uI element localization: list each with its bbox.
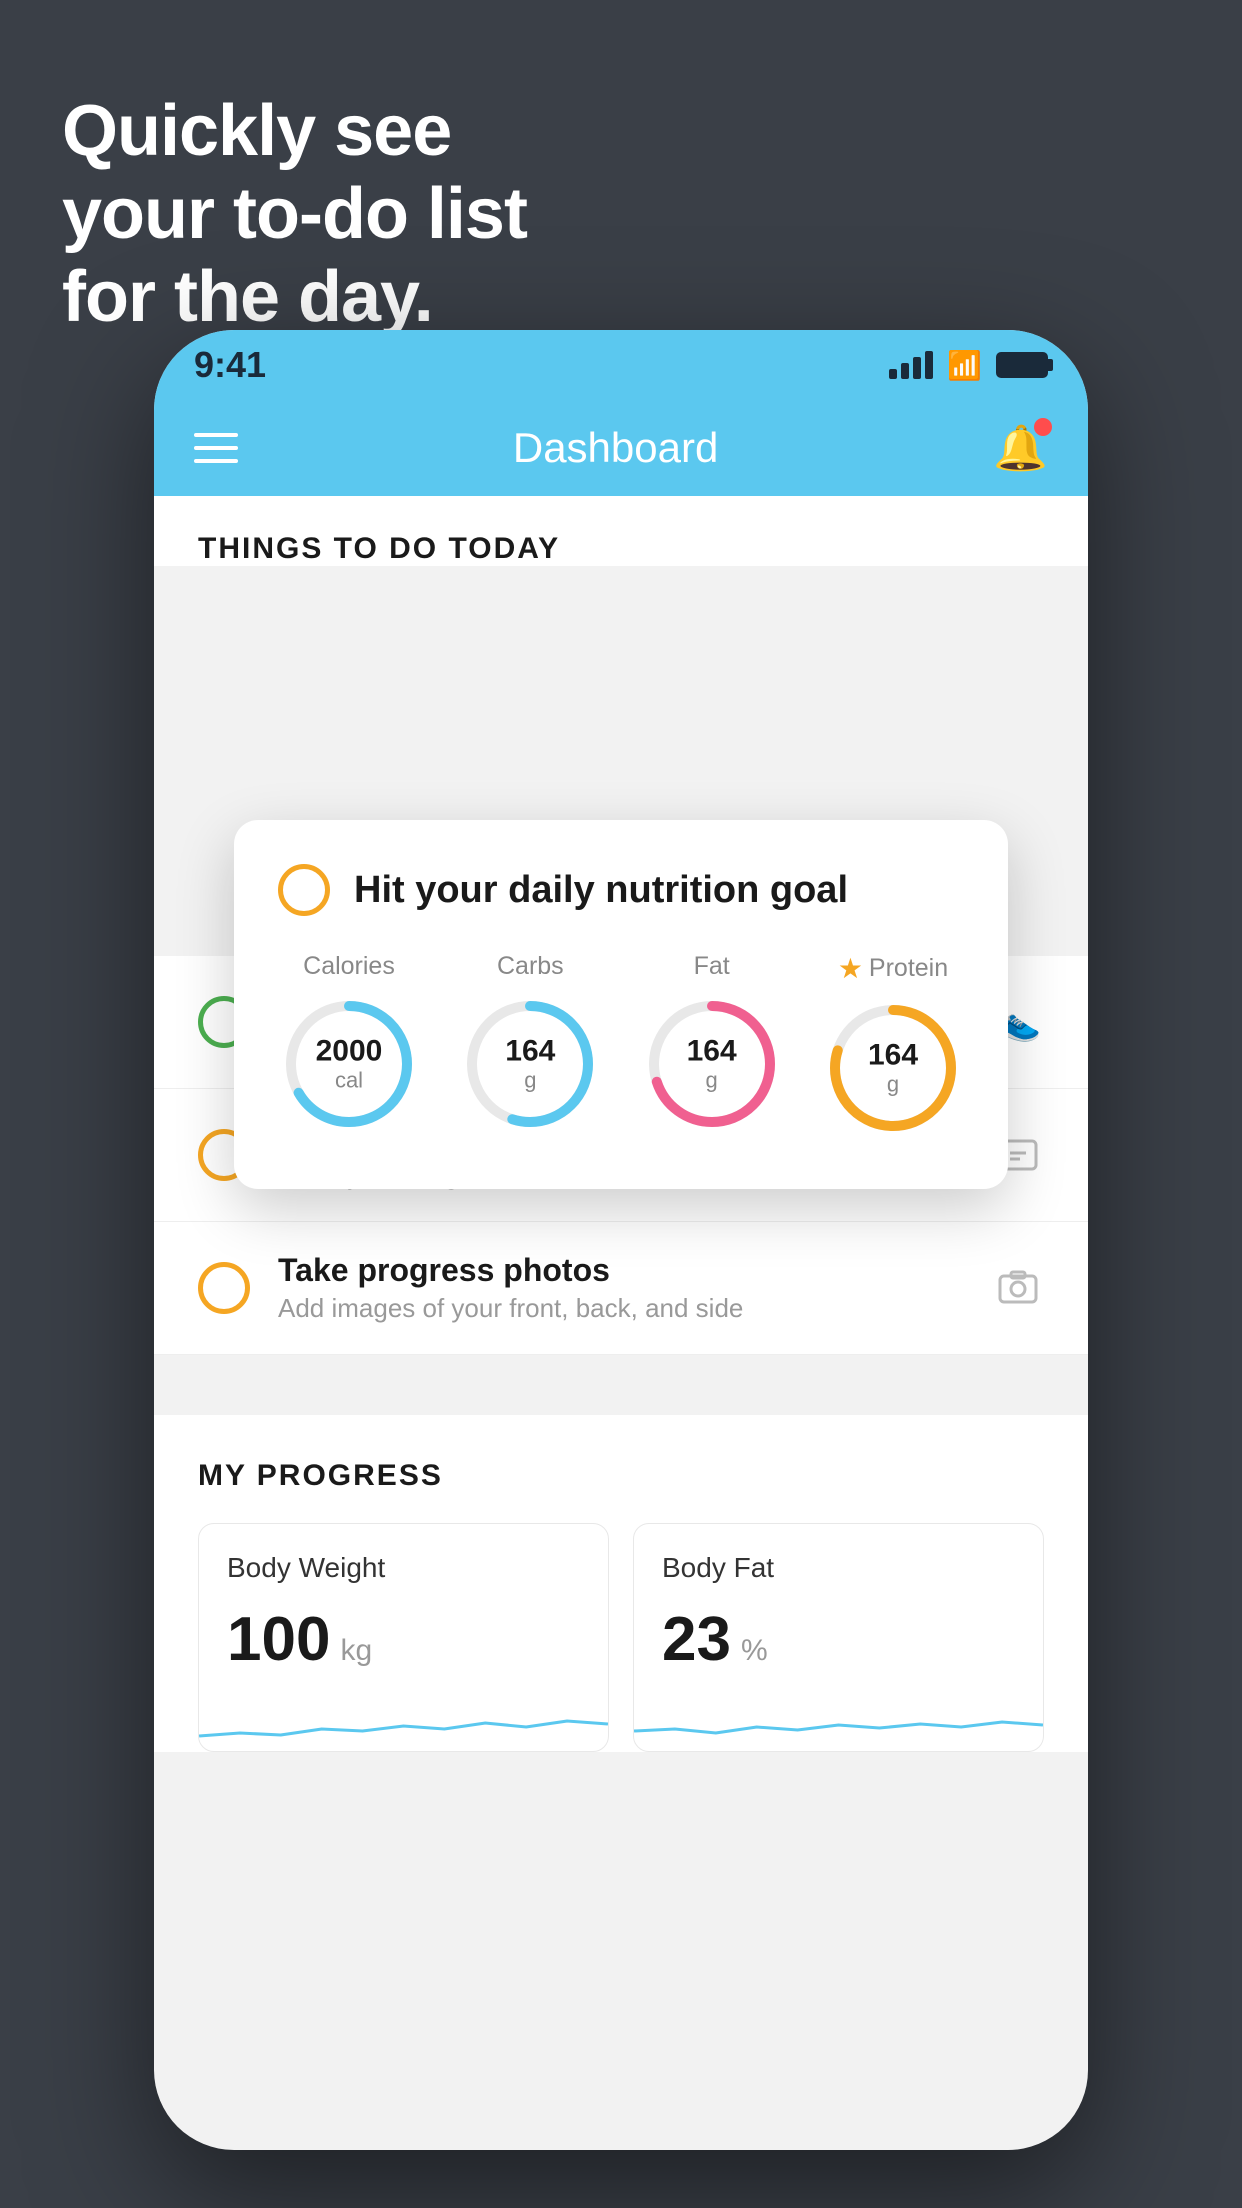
fat-ring: 164 g: [641, 993, 783, 1135]
card-title: Hit your daily nutrition goal: [354, 869, 848, 912]
nav-title: Dashboard: [513, 424, 718, 472]
status-icons: 📶: [889, 349, 1048, 382]
body-fat-unit: %: [741, 1634, 768, 1668]
nutrition-fat: Fat 164 g: [641, 952, 783, 1139]
hero-line1: Quickly see: [62, 90, 527, 173]
battery-icon: [996, 352, 1048, 378]
body-fat-value: 23: [662, 1604, 731, 1675]
nutrition-calories: Calories 2000 cal: [278, 952, 420, 1139]
status-bar: 9:41 📶: [154, 330, 1088, 400]
fat-value: 164 g: [687, 1035, 737, 1094]
todo-photos[interactable]: Take progress photos Add images of your …: [154, 1222, 1088, 1355]
phone-frame: 9:41 📶 Dashboard 🔔: [154, 330, 1088, 2150]
star-icon: ★: [838, 952, 863, 985]
photos-subtitle: Add images of your front, back, and side: [278, 1293, 964, 1324]
photos-title: Take progress photos: [278, 1252, 964, 1289]
notification-button[interactable]: 🔔: [993, 422, 1048, 474]
protein-label: Protein: [869, 954, 948, 983]
nutrition-check-circle[interactable]: [278, 864, 330, 916]
body-weight-label: Body Weight: [227, 1552, 580, 1584]
calories-label: Calories: [303, 952, 395, 981]
protein-label-row: ★ Protein: [838, 952, 948, 985]
photos-circle: [198, 1262, 250, 1314]
hero-line2: your to-do list: [62, 173, 527, 256]
progress-section: MY PROGRESS Body Weight 100 kg: [154, 1415, 1088, 1752]
progress-cards: Body Weight 100 kg Body Fat 23: [198, 1523, 1044, 1752]
notification-dot: [1034, 418, 1052, 436]
nutrition-card: Hit your daily nutrition goal Calories 2…: [234, 820, 1008, 1189]
hero-line3: for the day.: [62, 256, 527, 339]
body-fat-card[interactable]: Body Fat 23 %: [633, 1523, 1044, 1752]
photos-text: Take progress photos Add images of your …: [278, 1252, 964, 1324]
nutrition-carbs: Carbs 164 g: [459, 952, 601, 1139]
body-weight-value-row: 100 kg: [227, 1604, 580, 1675]
carbs-label: Carbs: [497, 952, 564, 981]
body-weight-card[interactable]: Body Weight 100 kg: [198, 1523, 609, 1752]
nutrition-protein: ★ Protein 164 g: [822, 952, 964, 1139]
body-fat-chart: [634, 1691, 1043, 1751]
background: Quickly see your to-do list for the day.…: [0, 0, 1242, 2208]
fat-label: Fat: [694, 952, 730, 981]
calories-value: 2000 cal: [316, 1035, 383, 1094]
protein-value: 164 g: [868, 1039, 918, 1098]
things-title: THINGS TO DO TODAY: [198, 532, 560, 565]
body-fat-value-row: 23 %: [662, 1604, 1015, 1675]
body-weight-chart: [199, 1691, 608, 1751]
nav-bar: Dashboard 🔔: [154, 400, 1088, 496]
signal-icon: [889, 351, 933, 379]
calories-ring: 2000 cal: [278, 993, 420, 1135]
body-fat-label: Body Fat: [662, 1552, 1015, 1584]
protein-ring: 164 g: [822, 997, 964, 1139]
body-weight-unit: kg: [340, 1634, 372, 1668]
carbs-value: 164 g: [505, 1035, 555, 1094]
carbs-ring: 164 g: [459, 993, 601, 1135]
menu-button[interactable]: [194, 433, 238, 463]
progress-title: MY PROGRESS: [198, 1459, 1044, 1493]
card-header: Hit your daily nutrition goal: [278, 864, 964, 916]
hero-text: Quickly see your to-do list for the day.: [62, 90, 527, 338]
wifi-icon: 📶: [947, 349, 982, 382]
photo-icon: [992, 1262, 1044, 1314]
things-header: THINGS TO DO TODAY: [154, 496, 1088, 566]
body-weight-value: 100: [227, 1604, 330, 1675]
status-time: 9:41: [194, 344, 266, 386]
nutrition-grid: Calories 2000 cal Carbs: [278, 952, 964, 1139]
